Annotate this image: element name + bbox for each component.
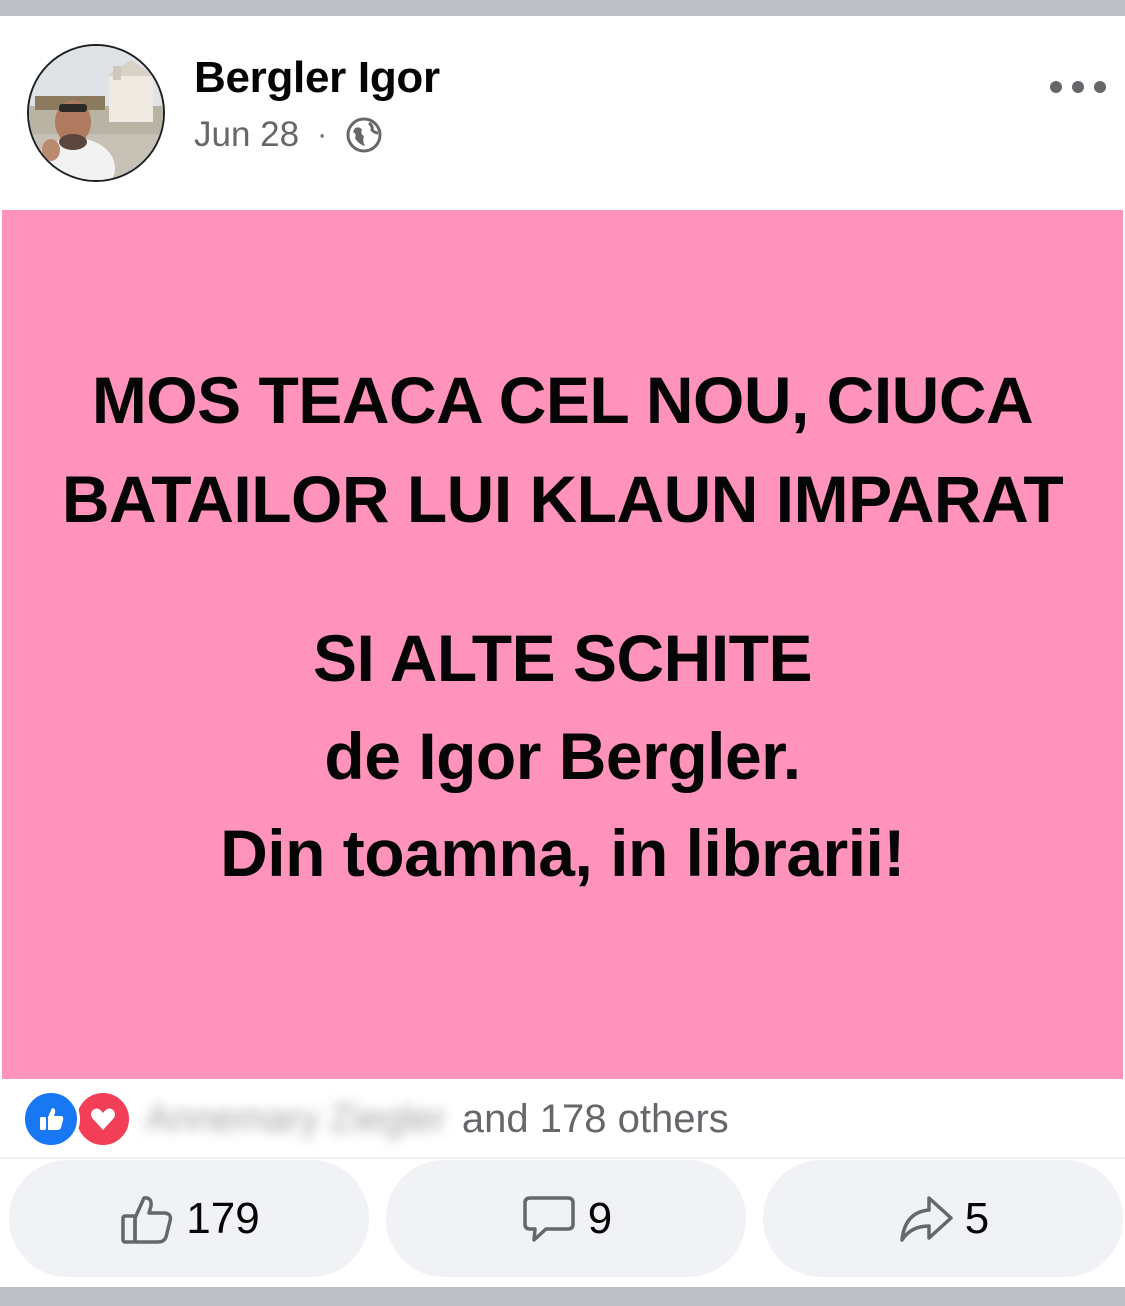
more-dot bbox=[1094, 81, 1106, 93]
share-count: 5 bbox=[964, 1193, 990, 1243]
post-date[interactable]: Jun 28 bbox=[194, 115, 299, 155]
like-button[interactable]: 179 bbox=[9, 1160, 369, 1277]
post-text-line-5: Din toamna, in librarii! bbox=[220, 816, 905, 890]
reactions-divider bbox=[0, 1157, 1125, 1159]
post-author-name[interactable]: Bergler Igor bbox=[194, 53, 440, 103]
comment-count: 9 bbox=[587, 1193, 613, 1243]
reaction-others-count[interactable]: and 178 others bbox=[462, 1097, 729, 1142]
thumbs-up-icon bbox=[118, 1190, 176, 1248]
post-text-line-1: MOS TEACA CEL NOU, CIUCA bbox=[91, 363, 1034, 437]
love-reaction-icon bbox=[74, 1090, 132, 1148]
post-text-line-3: SI ALTE SCHITE bbox=[312, 621, 813, 695]
comment-icon bbox=[520, 1190, 578, 1248]
more-options-icon[interactable] bbox=[1050, 76, 1106, 98]
first-reactor-name[interactable]: Annemary Ziegler bbox=[146, 1098, 446, 1141]
post-text-line-4: de Igor Bergler. bbox=[324, 719, 801, 793]
globe-icon bbox=[345, 116, 383, 154]
share-button[interactable]: 5 bbox=[763, 1160, 1123, 1277]
top-divider-bar bbox=[0, 0, 1125, 16]
like-count: 179 bbox=[186, 1193, 260, 1243]
post-text-line-2: BATAILOR LUI KLAUN IMPARAT bbox=[61, 462, 1064, 536]
post-meta: Jun 28 · bbox=[194, 113, 383, 157]
like-reaction-icon bbox=[22, 1090, 80, 1148]
comment-button[interactable]: 9 bbox=[386, 1160, 746, 1277]
reactions-summary[interactable]: Annemary Ziegler and 178 others bbox=[22, 1090, 1122, 1148]
author-avatar[interactable] bbox=[27, 44, 165, 182]
meta-separator: · bbox=[317, 118, 328, 151]
share-arrow-icon bbox=[897, 1190, 955, 1248]
bottom-divider-bar bbox=[0, 1287, 1125, 1306]
more-dot bbox=[1050, 81, 1062, 93]
avatar-photo bbox=[29, 46, 163, 180]
more-dot bbox=[1072, 81, 1084, 93]
